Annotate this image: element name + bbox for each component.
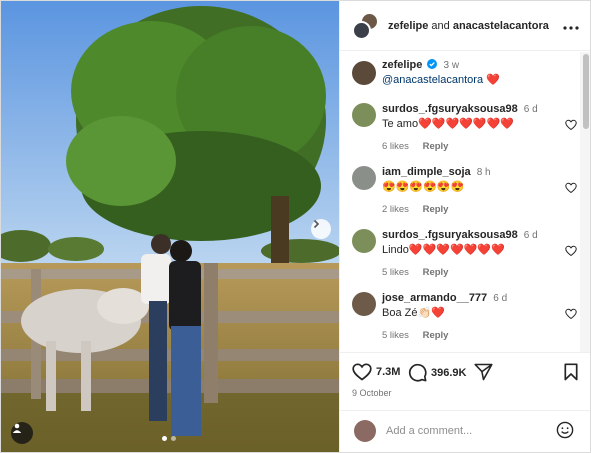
caption-time: 3 w	[443, 60, 460, 71]
comment-button[interactable]: 396.9K	[408, 363, 466, 382]
comment-username[interactable]: surdos_.fgsuryaksousa98	[382, 103, 518, 115]
photo-illustration	[1, 1, 339, 452]
verified-badge-icon	[427, 59, 438, 69]
like-comment-heart-icon[interactable]	[565, 119, 577, 131]
post-header: zefelipe and anacastelacantora	[340, 1, 590, 51]
avatar[interactable]	[352, 61, 376, 85]
post-authors: zefelipe and anacastelacantora	[388, 20, 549, 32]
like-comment-heart-icon[interactable]	[565, 245, 577, 257]
tagged-users-button[interactable]	[11, 422, 33, 444]
bookmark-icon	[564, 363, 578, 381]
comment-bubble-icon	[408, 363, 427, 382]
like-comment-heart-icon[interactable]	[565, 182, 577, 194]
avatar	[354, 420, 376, 442]
likes-count[interactable]: 7.3M	[376, 366, 400, 378]
reply-button[interactable]: Reply	[423, 141, 449, 152]
post-frame: zefelipe and anacastelacantora zefelipe	[0, 0, 591, 453]
avatar[interactable]	[352, 292, 376, 316]
comment-item: iam_dimple_soja 8 h 😍😍😍😍😍😍 2 likes Reply	[352, 166, 577, 226]
avatar	[352, 20, 371, 40]
comment-text: Lindo❤️❤️❤️❤️❤️❤️❤️	[382, 244, 505, 256]
next-photo-button[interactable]	[311, 219, 331, 239]
comment-text: Boa Zé👏🏻❤️	[382, 307, 445, 319]
more-options-button[interactable]	[563, 17, 579, 35]
carousel-dot-active	[162, 436, 167, 441]
comment-item: surdos_.fgsuryaksousa98 6 d Te amo❤️❤️❤️…	[352, 103, 577, 163]
caption-username[interactable]: zefelipe	[382, 59, 422, 71]
caption-mention[interactable]: @anacastelacantora	[382, 74, 483, 86]
comment-input[interactable]	[386, 422, 546, 440]
collab-avatars[interactable]	[352, 11, 380, 40]
comment-body: jose_armando__777 6 d Boa Zé👏🏻❤️ 5 likes…	[382, 292, 552, 341]
comment-time: 6 d	[523, 104, 538, 115]
reply-button[interactable]: Reply	[423, 204, 449, 215]
comment-likes[interactable]: 5 likes	[382, 330, 409, 341]
user-icon	[12, 423, 22, 433]
post-date: 9 October	[352, 388, 392, 398]
carousel-dot	[171, 436, 176, 441]
avatar[interactable]	[352, 103, 376, 127]
comment-body: surdos_.fgsuryaksousa98 6 d Te amo❤️❤️❤️…	[382, 103, 552, 152]
share-button[interactable]	[474, 363, 493, 381]
comment-body: surdos_.fgsuryaksousa98 6 d Lindo❤️❤️❤️❤…	[382, 229, 552, 278]
post-photo[interactable]	[1, 1, 339, 452]
reply-button[interactable]: Reply	[423, 330, 449, 341]
post-caption: zefelipe 3 w @anacastelacantora ❤️	[352, 59, 577, 99]
post-side-panel: zefelipe and anacastelacantora zefelipe	[339, 1, 590, 452]
post-actions: 7.3M 396.9K 9 October	[340, 352, 590, 410]
authors-joiner: and	[431, 19, 450, 32]
comment-body: iam_dimple_soja 8 h 😍😍😍😍😍😍 2 likes Reply	[382, 166, 552, 215]
comment-likes[interactable]: 6 likes	[382, 141, 409, 152]
comments-scrollbar-thumb[interactable]	[583, 54, 589, 129]
carousel-dots	[162, 436, 176, 441]
like-button[interactable]: 7.3M	[352, 363, 400, 381]
comment-item: jose_armando__777 6 d Boa Zé👏🏻❤️ 5 likes…	[352, 292, 577, 351]
comments-list[interactable]: zefelipe 3 w @anacastelacantora ❤️ surdo…	[340, 51, 580, 351]
heart-icon	[352, 363, 372, 381]
avatar[interactable]	[352, 229, 376, 253]
comment-item: surdos_.fgsuryaksousa98 6 d Lindo❤️❤️❤️❤…	[352, 229, 577, 289]
comment-time: 6 d	[523, 230, 538, 241]
comment-likes[interactable]: 2 likes	[382, 204, 409, 215]
author-username[interactable]: anacastelacantora	[453, 20, 549, 32]
comments-count[interactable]: 396.9K	[431, 367, 466, 379]
comment-username[interactable]: surdos_.fgsuryaksousa98	[382, 229, 518, 241]
send-paper-plane-icon	[474, 363, 493, 381]
more-horizontal-icon	[563, 26, 579, 30]
caption-body: zefelipe 3 w @anacastelacantora ❤️	[382, 59, 552, 87]
comment-text: 😍😍😍😍😍😍	[382, 181, 465, 193]
save-button[interactable]	[564, 363, 578, 381]
comment-time: 6 d	[493, 293, 508, 304]
comment-text: Te amo❤️❤️❤️❤️❤️❤️❤️	[382, 118, 514, 130]
chevron-right-icon	[313, 219, 320, 229]
comment-likes[interactable]: 5 likes	[382, 267, 409, 278]
emoji-icon[interactable]	[556, 421, 574, 439]
author-username[interactable]: zefelipe	[388, 20, 428, 32]
like-comment-heart-icon[interactable]	[565, 308, 577, 320]
caption-emoji: ❤️	[486, 74, 500, 86]
avatar[interactable]	[352, 166, 376, 190]
comment-time: 8 h	[476, 167, 491, 178]
reply-button[interactable]: Reply	[423, 267, 449, 278]
comment-username[interactable]: iam_dimple_soja	[382, 166, 471, 178]
comment-username[interactable]: jose_armando__777	[382, 292, 487, 304]
add-comment-bar	[340, 410, 590, 452]
